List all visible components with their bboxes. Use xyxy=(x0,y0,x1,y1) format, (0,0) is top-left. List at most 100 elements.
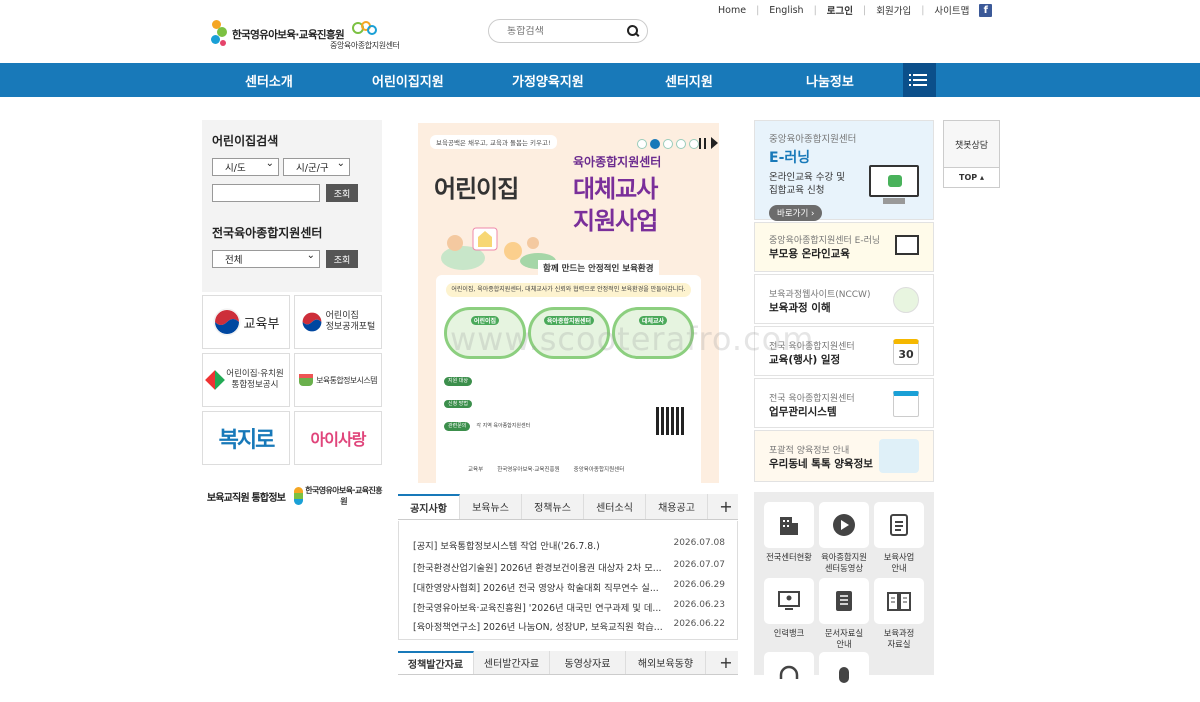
poster-info-contact-text: 각 지역 육아종합지원센터 xyxy=(476,423,531,429)
poster-word-daycare: 어린이집 xyxy=(434,175,519,203)
top-button[interactable]: TOP ▴ xyxy=(943,168,1000,188)
banner-neighborhood[interactable]: 포괄적 양육정보 안내 우리동네 톡톡 양육정보 xyxy=(754,430,934,482)
nav-daycare-support[interactable]: 어린이집지원 xyxy=(372,71,444,90)
banner-info-portal[interactable]: 어린이집 정보공개포털 xyxy=(294,295,382,349)
notice-list: [공지] 보육통합정보시스템 작업 안내('26.7.8.) 2026.07.08… xyxy=(398,521,738,640)
poster-foot-moe: 교육부 xyxy=(468,467,484,473)
divider: | xyxy=(863,4,867,16)
nav-center-support[interactable]: 센터지원 xyxy=(665,71,713,90)
banner-childcare-system[interactable]: 보육통합정보시스템 xyxy=(294,353,382,407)
nav-sharing-info[interactable]: 나눔정보 xyxy=(806,71,854,90)
play-circle-icon xyxy=(833,514,855,536)
quick-project-guide[interactable]: 보육사업 안내 xyxy=(874,502,924,574)
list-item[interactable]: [한국영유아보육·교육진흥원] '2026년 대국민 연구과제 및 데... 20… xyxy=(413,600,725,614)
banner-teacher-info[interactable]: 보육교직원 통합정보 xyxy=(202,469,290,523)
mouse-icon xyxy=(839,667,849,683)
kcpi-logo[interactable]: 한국영유아보육·교육진흥원 xyxy=(210,20,345,48)
slide-dot[interactable] xyxy=(676,139,686,149)
banner-integrated-disclosure[interactable]: 어린이집·유치원 통합정보공시 xyxy=(202,353,290,407)
slide-dot[interactable] xyxy=(637,139,647,149)
sigungu-select[interactable]: 시/군/구 xyxy=(283,158,350,176)
chatbot-button[interactable]: 챗봇상담 xyxy=(943,120,1000,168)
daycare-name-input[interactable] xyxy=(212,184,320,202)
flowerpot-icon xyxy=(299,374,314,386)
utility-bar: Home | English | 로그인 | 회원가입 | 사이트맵 f xyxy=(718,3,993,17)
sitemap-link[interactable]: 사이트맵 xyxy=(934,3,969,17)
poster-footer: 교육부 한국영유아보육·교육진흥원 중앙육아종합지원센터 xyxy=(468,465,624,473)
banner-kcpi[interactable]: 한국영유아보육·교육진흥원 xyxy=(294,469,383,523)
poster-word-substitute: 대체교사 xyxy=(573,175,658,203)
list-item[interactable]: [육아정책연구소] 2026년 나눔ON, 성장UP, 보육교직원 학습... 2… xyxy=(413,619,725,633)
search-icon[interactable] xyxy=(627,25,639,37)
center-region-select[interactable]: 전체 xyxy=(212,250,320,268)
main-nav: 센터소개 어린이집지원 가정양육지원 센터지원 나눔정보 xyxy=(0,63,1200,97)
home-link[interactable]: Home xyxy=(718,5,746,16)
disclosure-icon xyxy=(205,370,226,390)
list-item[interactable]: [공지] 보육통합정보시스템 작업 안내('26.7.8.) 2026.07.08 xyxy=(413,538,725,552)
notice-tabs: 공지사항 보육뉴스 정책뉴스 센터소식 채용공고 + xyxy=(398,494,738,520)
facebook-icon[interactable]: f xyxy=(979,3,993,17)
quick-document-archive[interactable]: 문서자료실 안내 xyxy=(819,578,869,650)
quick-manpower-bank[interactable]: 인력뱅크 xyxy=(764,578,814,639)
english-link[interactable]: English xyxy=(769,5,803,16)
banner-parent-online[interactable]: 중앙육아종합지원센터 E-러닝 부모용 온라인교육 xyxy=(754,222,934,272)
elearning-go-button[interactable]: 바로가기 › xyxy=(769,204,823,221)
tab-policy-news[interactable]: 정책뉴스 xyxy=(522,494,584,519)
poster-foot-center: 중앙육아종합지원센터 xyxy=(573,467,625,473)
notice-more-icon[interactable]: + xyxy=(714,494,738,519)
portal-emblem-icon xyxy=(302,312,322,332)
banner-bokjiro[interactable]: 복지로 xyxy=(202,411,290,465)
quick-curriculum-archive[interactable]: 보육과정 자료실 xyxy=(874,578,924,650)
tab-center-news[interactable]: 센터소식 xyxy=(584,494,646,519)
list-item[interactable]: [대한영양사협회] 2026년 전국 영양사 학술대회 직무연수 실... 202… xyxy=(413,580,725,594)
quick-item-7[interactable] xyxy=(764,652,814,702)
banner-teacher-label: 보육교직원 통합정보 xyxy=(206,492,286,504)
slide-dot[interactable] xyxy=(663,139,673,149)
central-center-logo[interactable]: 중앙육아종합지원센터 xyxy=(330,20,400,51)
banner-moe[interactable]: 교육부 xyxy=(202,295,290,349)
poster-info-apply: 신청 방법 xyxy=(444,399,472,408)
tab-videos[interactable]: 동영상자료 xyxy=(550,651,626,674)
slide-dot-active[interactable] xyxy=(650,139,660,149)
sido-select[interactable]: 시/도 xyxy=(212,158,279,176)
login-link[interactable]: 로그인 xyxy=(827,3,853,17)
publication-more-icon[interactable]: + xyxy=(714,651,738,674)
banner-kcpi-label: 한국영유아보육·교육진흥원 xyxy=(305,486,382,506)
list-item[interactable]: [한국환경산업기술원] 2026년 환경보건이용권 대상자 2차 모... 202… xyxy=(413,560,725,574)
quick-item-8[interactable] xyxy=(819,652,869,702)
kcpi-small-logo-icon xyxy=(294,487,304,505)
tab-recruit[interactable]: 채용공고 xyxy=(646,494,708,519)
watermark: www.scooterafro.com xyxy=(450,320,815,358)
tab-notice[interactable]: 공지사항 xyxy=(398,494,460,519)
slide-dot[interactable] xyxy=(689,139,699,149)
banner-isarang[interactable]: 아이사랑 xyxy=(294,411,382,465)
banner-work-system[interactable]: 전국 육아종합지원센터 업무관리시스템 xyxy=(754,378,934,428)
search-input[interactable] xyxy=(507,25,617,37)
poster-topline: 보육공백은 채우고, 교육과 돌봄는 키우고! xyxy=(430,135,557,149)
pause-icon[interactable] xyxy=(699,137,706,149)
elearning-banner[interactable]: 중앙육아종합지원센터 E-러닝 온라인교육 수강 및 집합교육 신청 바로가기 … xyxy=(754,120,934,221)
all-menu-icon[interactable] xyxy=(903,63,936,97)
calendar-icon: 30 xyxy=(893,339,919,365)
quick-center-video[interactable]: 육아종합지원 센터동영상 xyxy=(819,502,869,574)
main-poster-slide[interactable]: 보육공백은 채우고, 교육과 돌봄는 키우고! 육아종합지원센터 어린이집 대체… xyxy=(418,123,719,483)
banner-nccw[interactable]: 보육과정웹사이트(NCCW) 보육과정 이해 xyxy=(754,274,934,324)
moe-emblem-icon xyxy=(213,308,241,336)
quick-center-status[interactable]: 전국센터현황 xyxy=(764,502,814,563)
tab-policy-publications[interactable]: 정책발간자료 xyxy=(398,651,474,674)
quick-menu: 전국센터현황 육아종합지원 센터동영상 보육사업 안내 인력뱅크 문서자료실 안… xyxy=(754,492,934,698)
join-link[interactable]: 회원가입 xyxy=(876,3,911,17)
slide-controls xyxy=(699,137,718,149)
center-search-button[interactable]: 조회 xyxy=(326,250,358,268)
nav-home-parenting[interactable]: 가정양육지원 xyxy=(512,71,584,90)
tab-childcare-news[interactable]: 보육뉴스 xyxy=(460,494,522,519)
nav-center-intro[interactable]: 센터소개 xyxy=(245,71,293,90)
banner-moe-label: 교육부 xyxy=(243,316,280,332)
document-icon xyxy=(893,391,919,417)
poster-info-contact: 관련문의 xyxy=(444,422,471,431)
play-icon[interactable] xyxy=(711,137,718,149)
tab-center-publications[interactable]: 센터발간자료 xyxy=(474,651,550,674)
tab-overseas-trends[interactable]: 해외보육동향 xyxy=(626,651,706,674)
sprout-icon xyxy=(893,287,919,313)
daycare-search-button[interactable]: 조회 xyxy=(326,184,358,202)
